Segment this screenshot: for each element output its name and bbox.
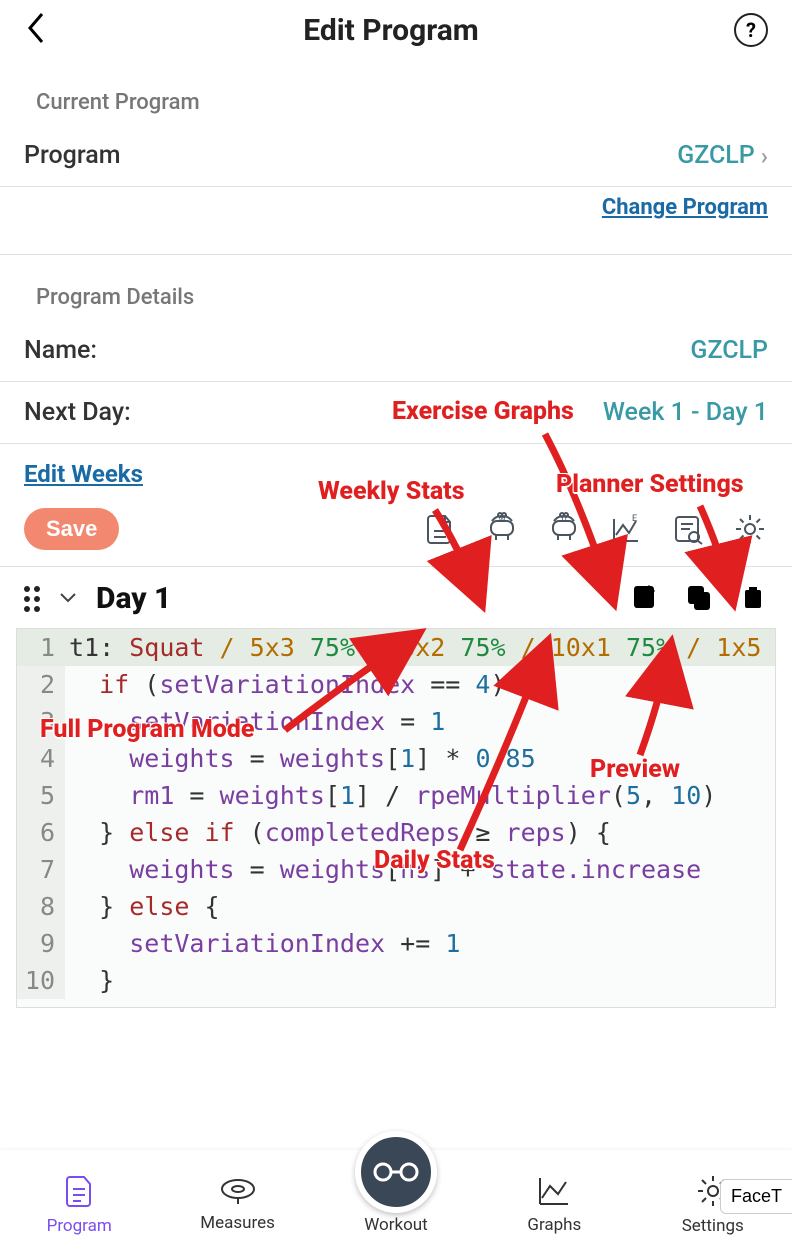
edit-day-icon[interactable] — [630, 582, 660, 616]
save-button[interactable]: Save — [24, 508, 119, 550]
day-title[interactable]: Day 1 — [96, 581, 171, 616]
nav-settings-label: Settings — [682, 1216, 744, 1236]
daily-stats-icon[interactable]: D — [546, 511, 582, 547]
nav-workout[interactable]: Workout — [337, 1173, 455, 1235]
nav-program[interactable]: Program — [20, 1173, 138, 1236]
weekly-stats-icon[interactable]: W — [484, 511, 520, 547]
name-row[interactable]: Name: GZCLP — [0, 320, 792, 382]
program-row-value: GZCLP — [677, 141, 755, 170]
section-label-details: Program Details — [0, 255, 792, 320]
section-label-current: Current Program — [0, 60, 792, 125]
help-icon[interactable]: ? — [734, 13, 768, 47]
back-icon[interactable] — [24, 10, 48, 50]
code-editor[interactable]: 1t1: Squat / 5x3 75% / 6x2 75% / 10x1 75… — [0, 620, 792, 1008]
nav-measures[interactable]: Measures — [179, 1176, 297, 1233]
nav-graphs-label: Graphs — [527, 1215, 581, 1235]
svg-text:D: D — [561, 515, 566, 524]
nav-measures-label: Measures — [200, 1213, 275, 1233]
day-header-row: Day 1 — [0, 567, 792, 620]
facetime-chip[interactable]: FaceT — [720, 1179, 792, 1214]
bottom-nav: Program Measures Workout Graphs Settings — [0, 1150, 792, 1258]
toolbar: Save W D — [0, 498, 792, 567]
collapse-icon[interactable] — [58, 589, 78, 608]
copy-day-icon[interactable] — [684, 582, 714, 616]
nav-program-label: Program — [47, 1216, 112, 1236]
next-day-row[interactable]: Next Day: Week 1 - Day 1 — [0, 382, 792, 444]
delete-day-icon[interactable] — [738, 582, 768, 616]
name-row-label: Name: — [24, 336, 97, 365]
svg-text:W: W — [498, 515, 505, 524]
next-day-label: Next Day: — [24, 398, 131, 427]
change-program-link[interactable]: Change Program — [0, 187, 792, 255]
app-header: Edit Program ? — [0, 0, 792, 60]
svg-text:E: E — [632, 514, 637, 524]
drag-handle-icon[interactable] — [24, 586, 40, 612]
chevron-right-icon: › — [761, 142, 768, 170]
name-row-value: GZCLP — [690, 336, 768, 365]
edit-weeks-link[interactable]: Edit Weeks — [0, 444, 792, 498]
nav-workout-label: Workout — [364, 1215, 428, 1235]
program-row[interactable]: Program GZCLP › — [0, 125, 792, 187]
nav-graphs[interactable]: Graphs — [495, 1174, 613, 1235]
page-title: Edit Program — [303, 13, 479, 48]
exercise-graphs-icon[interactable]: E — [608, 511, 644, 547]
planner-settings-icon[interactable] — [732, 511, 768, 547]
program-row-label: Program — [24, 141, 120, 170]
preview-icon[interactable] — [670, 511, 706, 547]
full-program-icon[interactable] — [422, 511, 458, 547]
next-day-value: Week 1 - Day 1 — [603, 398, 768, 427]
